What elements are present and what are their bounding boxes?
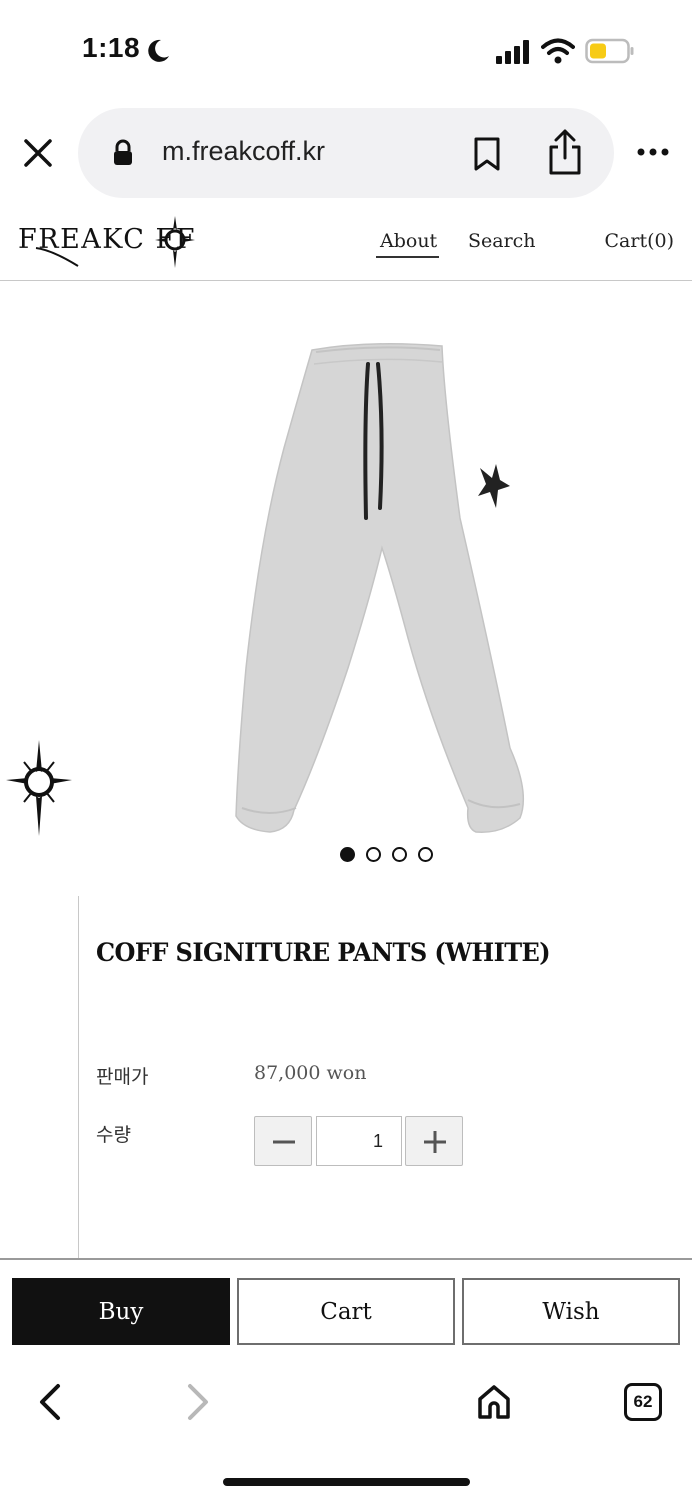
product-image[interactable] bbox=[230, 338, 540, 838]
lock-icon bbox=[114, 139, 132, 165]
bookmark-icon[interactable] bbox=[472, 136, 502, 172]
carousel-dot-1[interactable] bbox=[340, 847, 355, 862]
status-time: 1:18 bbox=[82, 32, 141, 63]
logo-star-icon bbox=[155, 216, 195, 268]
info-divider bbox=[78, 896, 79, 1258]
wish-button[interactable]: Wish bbox=[462, 1278, 680, 1345]
emblem-icon bbox=[6, 740, 72, 836]
carousel-dot-2[interactable] bbox=[366, 847, 381, 862]
plus-icon bbox=[424, 1131, 446, 1153]
wifi-icon bbox=[541, 38, 575, 64]
home-icon[interactable] bbox=[476, 1384, 512, 1420]
nav-search[interactable]: Search bbox=[468, 230, 536, 252]
logo-swash-icon bbox=[35, 247, 79, 267]
carousel-dot-4[interactable] bbox=[418, 847, 433, 862]
product-title: COFF SIGNITURE PANTS (WHITE) bbox=[96, 938, 551, 967]
buy-button[interactable]: Buy bbox=[12, 1278, 230, 1345]
freakcoff-logo[interactable]: FREAKC FF bbox=[18, 216, 228, 270]
carousel-dots bbox=[338, 847, 438, 863]
minus-icon bbox=[273, 1140, 295, 1144]
battery-icon bbox=[585, 38, 634, 64]
moon-icon bbox=[148, 39, 169, 62]
forward-icon[interactable] bbox=[184, 1382, 212, 1422]
header-divider bbox=[0, 280, 692, 281]
quantity-increase-button[interactable] bbox=[405, 1116, 463, 1166]
quantity-label: 수량 bbox=[96, 1124, 131, 1146]
share-icon[interactable] bbox=[546, 128, 584, 176]
cart-button[interactable]: Cart bbox=[237, 1278, 455, 1345]
nav-cart[interactable]: Cart(0) bbox=[605, 230, 675, 252]
quantity-decrease-button[interactable] bbox=[254, 1116, 312, 1166]
home-indicator bbox=[223, 1478, 470, 1486]
address-bar[interactable] bbox=[78, 108, 614, 198]
close-icon[interactable] bbox=[22, 137, 54, 169]
tabs-count: 62 bbox=[633, 1392, 653, 1411]
back-icon[interactable] bbox=[36, 1382, 64, 1422]
tabs-icon[interactable]: 62 bbox=[624, 1383, 662, 1421]
more-icon[interactable] bbox=[634, 142, 674, 162]
nav-about-underline bbox=[376, 256, 439, 258]
quantity-input[interactable] bbox=[316, 1116, 402, 1166]
carousel-dot-3[interactable] bbox=[392, 847, 407, 862]
url-text[interactable]: m.freakcoff.kr bbox=[162, 136, 325, 167]
signal-icon bbox=[496, 40, 529, 64]
nav-about[interactable]: About bbox=[380, 230, 437, 252]
status-bar: 1:18 bbox=[0, 0, 692, 100]
price-value: 87,000 won bbox=[254, 1062, 367, 1084]
bottom-divider bbox=[0, 1258, 692, 1260]
price-label: 판매가 bbox=[96, 1066, 149, 1088]
